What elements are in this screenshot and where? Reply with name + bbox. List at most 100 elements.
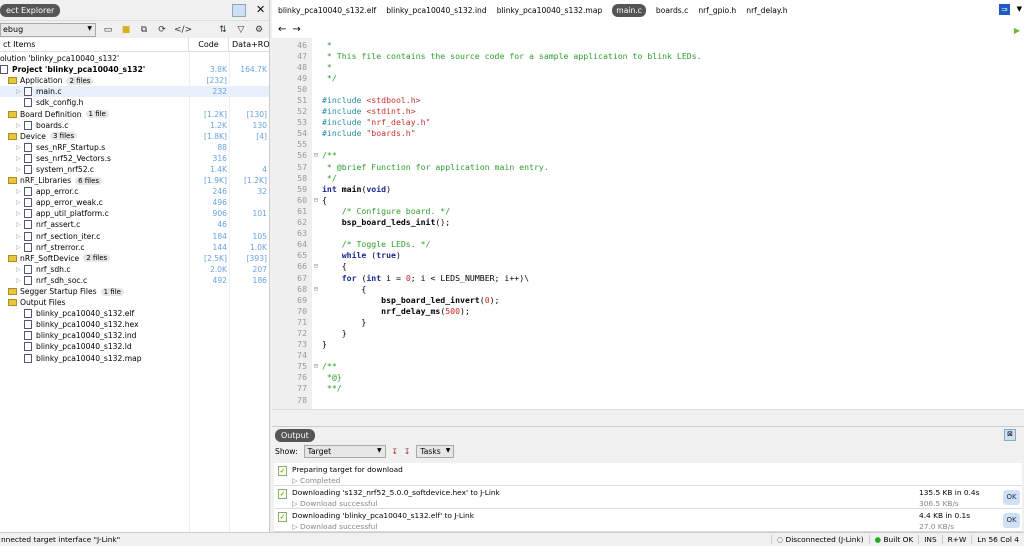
code-line[interactable]: 57 * @brief Function for application mai…	[272, 161, 1024, 172]
tree-item[interactable]: nRF_Libraries 6 files	[0, 176, 189, 185]
tree-item[interactable]: ▷ nrf_sdh_soc.c	[0, 275, 189, 285]
tree-item[interactable]: ▷ ses_nRF_Startup.s	[0, 142, 189, 152]
ok-button[interactable]: OK	[1003, 490, 1020, 505]
expand-icon[interactable]: ▷	[16, 277, 24, 284]
pin-alt-icon[interactable]: ↧	[404, 447, 410, 456]
code-line[interactable]: 63	[272, 228, 1024, 239]
settings-icon[interactable]: ⚙	[253, 25, 265, 35]
configuration-select[interactable]: ebug ▼	[0, 22, 96, 37]
code-line[interactable]: 58 */	[272, 172, 1024, 183]
sort-icon[interactable]: ⇅	[217, 25, 229, 35]
tree-item[interactable]: nRF_SoftDevice 2 files	[0, 254, 189, 263]
code-line[interactable]: 72 }	[272, 327, 1024, 338]
folder-icon[interactable]: ■	[120, 25, 132, 35]
code-line[interactable]: 68 ⊟ {	[272, 283, 1024, 294]
tree-item[interactable]: blinky_pca10040_s132.ind	[0, 331, 189, 341]
expand-icon[interactable]: ▷	[16, 88, 24, 95]
expand-icon[interactable]: ▷	[16, 210, 24, 217]
ok-button[interactable]: OK	[1003, 513, 1020, 528]
chevron-down-icon[interactable]: ▼	[1017, 5, 1022, 13]
code-line[interactable]: 61 /* Configure board. */	[272, 205, 1024, 216]
code-line[interactable]: 56 ⊟/**	[272, 150, 1024, 161]
pin-icon[interactable]: ↧	[392, 447, 398, 456]
code-line[interactable]: 66 ⊟ {	[272, 261, 1024, 272]
tree-item[interactable]: ▷ boards.c	[0, 120, 189, 130]
tab-blinky-pca10040-s132-elf[interactable]: blinky_pca10040_s132.elf	[278, 6, 376, 15]
back-button[interactable]: ←	[278, 24, 286, 35]
code-line[interactable]: 71 }	[272, 316, 1024, 327]
entry-detail[interactable]: ▷ Download successful	[292, 522, 377, 531]
output-entry[interactable]: ✓ Downloading 's132_nrf52_5.0.0_softdevic…	[274, 486, 1022, 509]
code-line[interactable]: 59 int main(void)	[272, 183, 1024, 194]
code-line[interactable]: 52 #include <stdint.h>	[272, 106, 1024, 117]
code-line[interactable]: 49 */	[272, 72, 1024, 83]
code-line[interactable]: 69 bsp_board_led_invert(0);	[272, 294, 1024, 305]
tree-item[interactable]: ▷ nrf_section_iter.c	[0, 231, 189, 241]
expand-icon[interactable]: ▷	[16, 233, 24, 240]
code-line[interactable]: 65 while (true)	[272, 250, 1024, 261]
add-item-icon[interactable]: ⧉	[138, 25, 150, 35]
expand-icon[interactable]: ▷	[16, 221, 24, 228]
expand-icon[interactable]: ▷	[292, 499, 300, 508]
tab-blinky-pca10040-s132-map[interactable]: blinky_pca10040_s132.map	[497, 6, 603, 15]
expand-icon[interactable]: ▷	[16, 188, 24, 195]
output-entry[interactable]: ✓ Preparing target for download ▷ Complete…	[274, 463, 1022, 486]
tree-item[interactable]: ▷ app_error_weak.c	[0, 198, 189, 208]
code-line[interactable]: 53 #include "nrf_delay.h"	[272, 117, 1024, 128]
code-line[interactable]: 74	[272, 350, 1024, 361]
expand-icon[interactable]: ▷	[16, 144, 24, 151]
code-line[interactable]: 75 ⊟/**	[272, 361, 1024, 372]
tab-main-c[interactable]: main.c	[612, 3, 646, 17]
output-entry[interactable]: ✓ Downloading 'blinky_pca10040_s132.elf' …	[274, 509, 1022, 532]
tree-item[interactable]: ▷ nrf_strerror.c	[0, 242, 189, 252]
tab-list-icon[interactable]: ⇒	[999, 4, 1010, 15]
tree-item[interactable]: ▷ main.c	[0, 87, 189, 97]
tab-blinky-pca10040-s132-ind[interactable]: blinky_pca10040_s132.ind	[386, 6, 486, 15]
code-line[interactable]: 73}	[272, 339, 1024, 350]
filter-icon[interactable]: ▽	[235, 25, 247, 35]
close-icon[interactable]: ✕	[256, 3, 265, 16]
entry-detail[interactable]: ▷ Download successful	[292, 499, 377, 508]
column-header-code[interactable]: Code	[189, 38, 229, 51]
tree-item[interactable]: Device 3 files	[0, 132, 189, 141]
code-line[interactable]: 64 /* Toggle LEDs. */	[272, 239, 1024, 250]
code-line[interactable]: 51 #include <stdbool.h>	[272, 94, 1024, 105]
tree-item[interactable]: blinky_pca10040_s132.map	[0, 353, 189, 363]
entry-detail[interactable]: ▷ Completed	[292, 476, 340, 485]
code-line[interactable]: 47 * This file contains the source code …	[272, 50, 1024, 61]
code-line[interactable]: 55	[272, 139, 1024, 150]
code-line[interactable]: 48 *	[272, 61, 1024, 72]
expand-icon[interactable]: ▷	[292, 522, 300, 531]
tree-item[interactable]: Application 2 files	[0, 76, 189, 85]
tab-boards-c[interactable]: boards.c	[656, 6, 688, 15]
code-lines[interactable]: 46 * 47 * This file contains the source c…	[272, 39, 1024, 405]
code-line[interactable]: 70 nrf_delay_ms(500);	[272, 305, 1024, 316]
build-icon[interactable]: ⟳	[156, 25, 168, 35]
tree-item[interactable]: ▷ app_util_platform.c	[0, 209, 189, 219]
tree-item[interactable]: sdk_config.h	[0, 98, 189, 108]
tree-item[interactable]: blinky_pca10040_s132.elf	[0, 309, 189, 319]
connection-status[interactable]: ◌ Disconnected (J-Link)	[770, 535, 869, 544]
tree-item[interactable]: Board Definition 1 file	[0, 110, 189, 119]
expand-icon[interactable]: ▷	[16, 199, 24, 206]
column-header-data[interactable]: Data+RO	[229, 38, 273, 51]
code-line[interactable]: 76 *@}	[272, 372, 1024, 383]
expand-icon[interactable]: ▷	[16, 266, 24, 273]
code-icon[interactable]: </>	[174, 25, 192, 35]
tree-item[interactable]: ▷ app_error.c	[0, 187, 189, 197]
tree-item[interactable]: ▷ nrf_sdh.c	[0, 264, 189, 274]
window-layout-icon[interactable]	[232, 4, 246, 17]
expand-icon[interactable]: ▷	[16, 122, 24, 129]
tab-nrf-delay-h[interactable]: nrf_delay.h	[746, 6, 787, 15]
forward-button[interactable]: →	[292, 24, 300, 35]
tree-item[interactable]: ▷ nrf_assert.c	[0, 220, 189, 230]
code-line[interactable]: 77 **/	[272, 383, 1024, 394]
tree-item[interactable]: ▷ ses_nrf52_Vectors.s	[0, 153, 189, 163]
expand-icon[interactable]: ▷	[292, 476, 300, 485]
tasks-select[interactable]: Tasks ▼	[416, 445, 455, 458]
code-line[interactable]: 60 ⊟{	[272, 194, 1024, 205]
code-line[interactable]: 46 *	[272, 39, 1024, 50]
tree-item[interactable]: blinky_pca10040_s132.ld	[0, 342, 189, 352]
clear-output-icon[interactable]: ⊠	[1004, 429, 1016, 441]
tree-item[interactable]: Segger Startup Files 1 file	[0, 287, 189, 296]
